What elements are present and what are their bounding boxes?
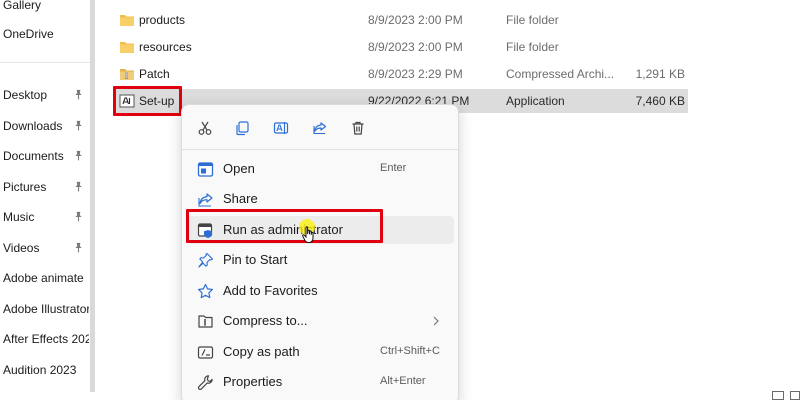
sidebar-item-gallery[interactable]: Gallery [3, 0, 89, 16]
context-menu: Open Enter Share Run as administrator Pi… [181, 104, 460, 400]
pin-icon [75, 181, 82, 192]
pin-icon [75, 211, 82, 222]
sidebar-item-onedrive[interactable]: OneDrive [3, 23, 89, 45]
sidebar-item-after-effects[interactable]: After Effects 2023 [3, 328, 89, 350]
sidebar-item-pictures[interactable]: Pictures [3, 176, 89, 198]
rename-icon [273, 122, 289, 134]
menu-item-compress-to[interactable]: Compress to... [188, 307, 454, 335]
sidebar-item-adobe-illustrator[interactable]: Adobe Illustrator [3, 298, 89, 320]
open-icon [197, 162, 214, 177]
zip-folder-icon [120, 69, 134, 80]
details-view-icon[interactable] [772, 391, 784, 400]
sidebar-divider [0, 62, 90, 63]
chevron-right-icon [433, 316, 439, 326]
sidebar-item-adobe-animate[interactable]: Adobe animate [3, 267, 89, 289]
copy-button[interactable] [229, 115, 255, 141]
folder-icon [120, 42, 134, 53]
share-icon [198, 193, 213, 207]
tiles-view-icon[interactable] [790, 391, 800, 400]
file-row-patch[interactable]: Patch 8/9/2023 2:29 PM Compressed Archi.… [115, 62, 688, 86]
wrench-icon [197, 375, 213, 390]
menu-item-copy-as-path[interactable]: Copy as path Ctrl+Shift+C [188, 338, 454, 366]
sidebar-item-videos[interactable]: Videos [3, 237, 89, 259]
navigation-pane: Gallery OneDrive Desktop Downloads Docum… [0, 0, 90, 400]
pin-icon [75, 242, 82, 253]
menu-item-open[interactable]: Open Enter [188, 155, 454, 183]
cut-icon [198, 121, 212, 135]
pin-icon [75, 120, 82, 131]
sidebar-item-music[interactable]: Music [3, 206, 89, 228]
highlight-box-set-up [113, 86, 182, 116]
share-icon [313, 122, 327, 135]
hand-cursor-icon [302, 226, 314, 243]
compress-icon [198, 315, 213, 328]
sidebar-item-desktop[interactable]: Desktop [3, 84, 89, 106]
copy-icon [236, 121, 249, 136]
folder-icon [120, 15, 134, 26]
delete-button[interactable] [345, 115, 371, 141]
sidebar-scrollbar[interactable] [90, 0, 95, 392]
highlight-box-run-as-administrator [186, 209, 383, 243]
pin-icon [75, 89, 82, 100]
file-row-resources[interactable]: resources 8/9/2023 2:00 PM File folder [115, 35, 688, 59]
menu-divider [182, 149, 460, 150]
copy-path-icon [197, 346, 214, 359]
sidebar-item-downloads[interactable]: Downloads [3, 115, 89, 137]
cut-button[interactable] [192, 115, 218, 141]
menu-item-properties[interactable]: Properties Alt+Enter [188, 368, 454, 396]
sidebar-item-documents[interactable]: Documents [3, 145, 89, 167]
file-row-products[interactable]: products 8/9/2023 2:00 PM File folder [115, 8, 688, 32]
delete-icon [352, 121, 364, 135]
share-quick-button[interactable] [307, 115, 333, 141]
pin-icon [198, 252, 214, 268]
sidebar-item-audition[interactable]: Audition 2023 [3, 359, 89, 381]
rename-button[interactable] [268, 115, 294, 141]
pin-icon [75, 150, 82, 161]
star-icon [198, 283, 213, 299]
menu-item-pin-to-start[interactable]: Pin to Start [188, 246, 454, 274]
menu-item-add-to-favorites[interactable]: Add to Favorites [188, 277, 454, 305]
